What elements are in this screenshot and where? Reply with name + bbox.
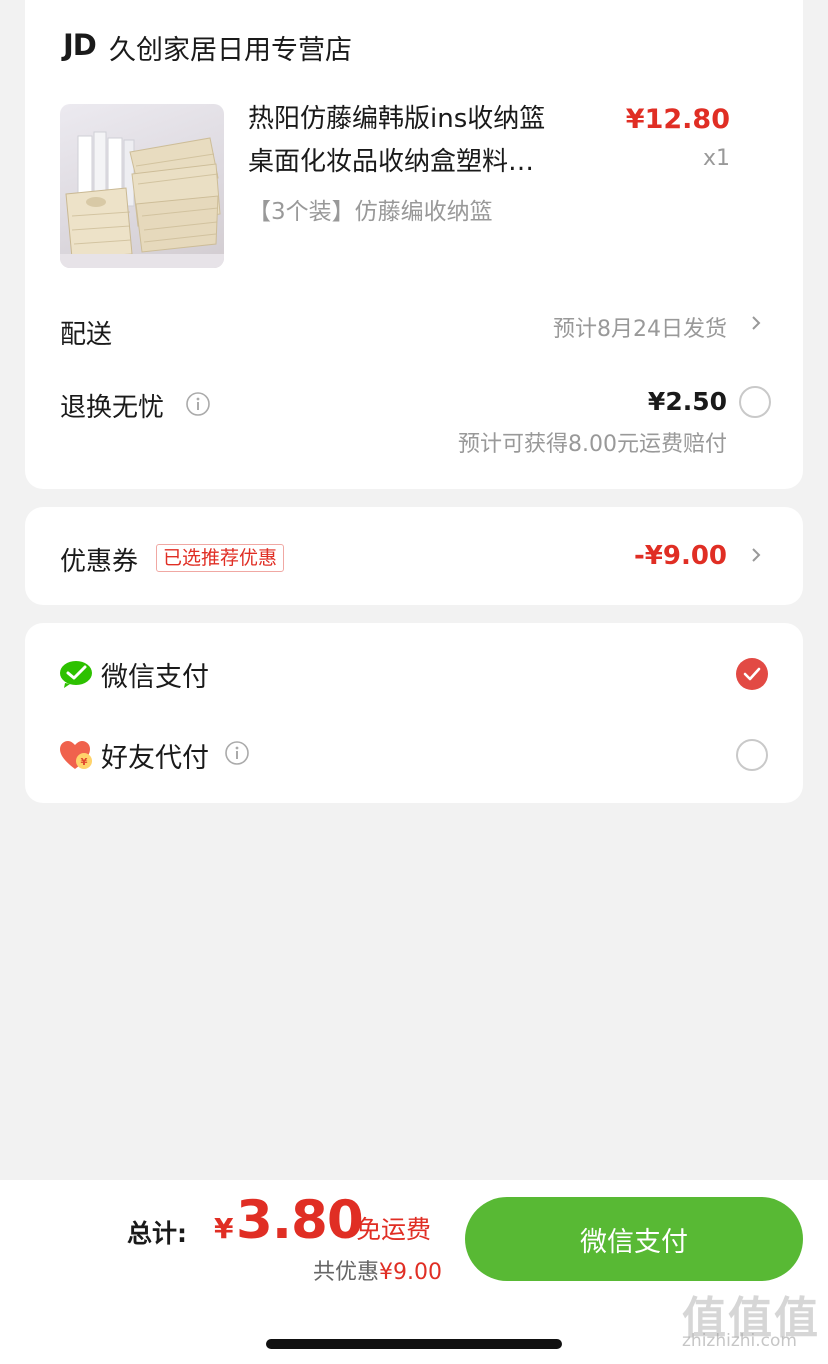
chevron-right-icon[interactable] <box>749 548 763 562</box>
coupon-recommended-badge: 已选推荐优惠 <box>156 544 285 572</box>
coupon-amount: -¥9.00 <box>633 541 727 571</box>
wechat-pay-radio-checked[interactable] <box>736 658 768 690</box>
delivery-estimate[interactable]: 预计8月24日发货 <box>553 311 727 343</box>
friend-pay-radio[interactable] <box>736 739 768 771</box>
discount-amount: ¥9.00 <box>379 1260 442 1285</box>
order-card: JD 久创家居日用专营店 热阳仿藤编韩版ins收纳篮 桌面化妆品收纳盒塑料… ¥… <box>25 0 803 489</box>
checkmark-icon <box>743 667 761 681</box>
return-insurance-price: ¥2.50 <box>647 387 727 416</box>
product-price: ¥12.80 <box>625 104 730 135</box>
chevron-right-icon[interactable] <box>749 316 763 330</box>
discount-prefix: 共优惠 <box>313 1260 380 1285</box>
coupon-card[interactable]: 优惠券 已选推荐优惠 -¥9.00 <box>25 507 803 605</box>
checkout-bottom-bar: 总计: ¥ 3.80 免运费 共优惠¥9.00 微信支付 值值值 zhizhiz… <box>0 1180 828 1364</box>
product-title-line-2: 桌面化妆品收纳盒塑料… <box>248 147 535 177</box>
total-discount-text: 共优惠¥9.00 <box>313 1254 442 1286</box>
wechat-pay-icon <box>60 661 92 688</box>
friend-pay-label[interactable]: 好友代付 <box>101 736 209 775</box>
wechat-pay-button[interactable]: 微信支付 <box>465 1197 803 1281</box>
info-icon[interactable] <box>224 740 250 766</box>
return-insurance-label: 退换无忧 <box>60 393 165 423</box>
home-indicator[interactable] <box>266 1339 562 1349</box>
total-amount: 3.80 <box>236 1190 364 1251</box>
product-spec: 【3个装】仿藤编收纳篮 <box>248 199 493 225</box>
watermark-url: zhizhizhi.com <box>682 1331 797 1351</box>
free-shipping-label: 免运费 <box>356 1215 432 1244</box>
info-icon[interactable] <box>185 391 211 417</box>
delivery-label: 配送 <box>60 320 113 350</box>
return-insurance-radio[interactable] <box>739 386 771 418</box>
jd-logo: JD <box>63 28 97 62</box>
return-insurance-subtext: 预计可获得8.00元运费赔付 <box>458 432 727 457</box>
product-thumbnail[interactable] <box>60 104 224 268</box>
payment-method-card: 微信支付 ¥ 好友代付 <box>25 623 803 803</box>
store-name[interactable]: 久创家居日用专营店 <box>109 28 352 67</box>
svg-text:¥: ¥ <box>81 757 88 768</box>
wechat-pay-label[interactable]: 微信支付 <box>101 655 209 694</box>
product-quantity: x1 <box>702 146 730 171</box>
product-title[interactable]: 热阳仿藤编韩版ins收纳篮 桌面化妆品收纳盒塑料… <box>248 98 588 184</box>
basket-image-icon <box>60 131 224 268</box>
product-title-line-1: 热阳仿藤编韩版ins收纳篮 <box>248 104 546 134</box>
coupon-label: 优惠券 <box>60 547 139 577</box>
total-label: 总计: <box>127 1219 187 1248</box>
total-currency-symbol: ¥ <box>214 1212 234 1245</box>
friend-pay-heart-icon: ¥ <box>60 741 92 769</box>
